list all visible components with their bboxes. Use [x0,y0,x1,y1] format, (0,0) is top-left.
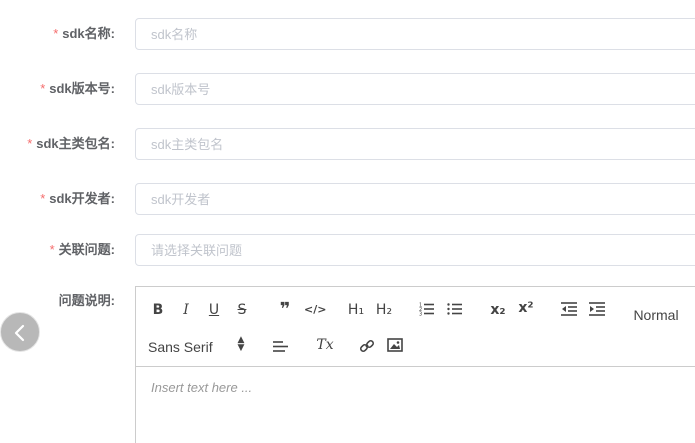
ordered-list-button[interactable]: 1 2 3 [418,299,436,321]
align-left-icon [273,341,288,352]
underline-button[interactable]: U [206,299,222,321]
bold-button[interactable]: B [150,299,166,321]
superscript-button[interactable]: x² [516,297,536,319]
italic-button[interactable]: I [178,299,194,321]
outdent-icon [561,302,577,316]
chevron-left-icon [14,324,25,342]
code-button[interactable]: </> [304,299,326,321]
form-row-sdk-developer: * sdk开发者: [0,183,695,215]
subscript-button[interactable]: x₂ [488,299,508,321]
related-issue-select[interactable] [135,234,695,266]
ordered-list-icon: 1 2 3 [419,303,434,317]
clean-format-button[interactable]: Tx [316,334,334,356]
image-button[interactable] [386,335,404,357]
related-issue-label: * 关联问题: [50,234,115,266]
rich-text-editor: B I U S ❞ </> H₁ H₂ 1 2 3 x₂ x² Normal S… [135,286,695,443]
svg-text:3: 3 [419,312,422,317]
description-label: 问题说明: [58,293,115,308]
indent-icon [589,302,605,316]
sdk-name-input[interactable] [135,18,695,50]
sdk-developer-label-text: sdk开发者: [49,191,115,206]
image-icon [387,338,403,352]
required-mark: * [49,242,55,257]
sdk-package-label-text: sdk主类包名: [36,136,115,151]
form-row-sdk-name: * sdk名称: [0,18,695,50]
link-button[interactable] [358,335,376,357]
sdk-version-label: * sdk版本号: [40,73,115,105]
sdk-package-input[interactable] [135,128,695,160]
bullet-list-button[interactable] [446,299,464,321]
link-icon [359,339,375,353]
sdk-developer-input[interactable] [135,183,695,215]
sdk-version-input[interactable] [135,73,695,105]
align-button[interactable] [272,336,290,358]
font-size-select[interactable]: Normal [626,304,686,326]
header-1-button[interactable]: H₁ [346,299,366,321]
sdk-package-label: * sdk主类包名: [27,128,115,160]
required-mark: * [40,81,46,96]
form-row-sdk-package: * sdk主类包名: [0,128,695,160]
form-row-related-issue: * 关联问题: [0,234,695,266]
bullet-list-icon [447,303,462,315]
strike-button[interactable]: S [234,299,250,321]
sdk-name-label: * sdk名称: [53,18,115,50]
outdent-button[interactable] [560,299,578,321]
required-mark: * [27,136,33,151]
sdk-version-label-text: sdk版本号: [49,81,115,96]
required-mark: * [40,191,46,206]
blockquote-button[interactable]: ❞ [276,299,294,321]
related-issue-label-text: 关联问题: [58,242,115,257]
font-family-select[interactable]: Sans Serif [148,336,222,358]
font-family-select-arrows-icon: ▲ ▼ [237,335,245,353]
header-2-button[interactable]: H₂ [374,299,394,321]
required-mark: * [53,26,59,41]
sdk-developer-label: * sdk开发者: [40,183,115,215]
indent-button[interactable] [588,299,606,321]
editor-toolbar: B I U S ❞ </> H₁ H₂ 1 2 3 x₂ x² Normal S… [136,287,695,367]
back-button[interactable] [0,312,40,352]
editor-placeholder: Insert text here ... [151,380,253,395]
sdk-name-label-text: sdk名称: [62,26,115,41]
form-row-sdk-version: * sdk版本号: [0,73,695,105]
editor-content[interactable]: Insert text here ... [136,368,695,443]
